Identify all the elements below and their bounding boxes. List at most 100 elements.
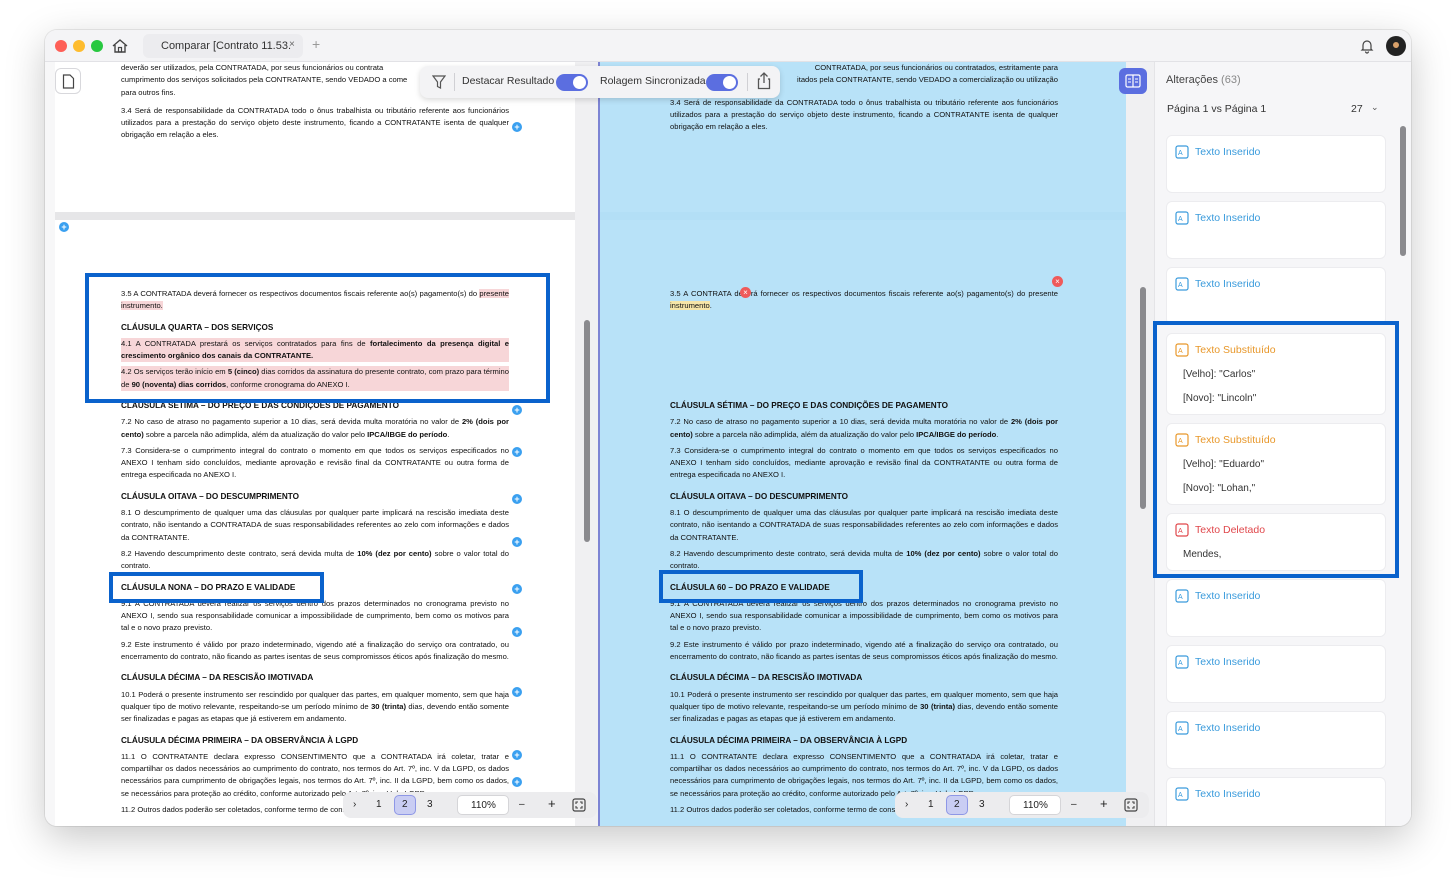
prev-page-icon[interactable]: › bbox=[905, 799, 908, 810]
filter-icon[interactable] bbox=[432, 74, 446, 90]
heading-clausula-decima: CLÁUSULA DÉCIMA – DA RESCISÃO IMOTIVADA bbox=[670, 673, 863, 683]
tab-compare[interactable]: Comparar [Contrato 11.53. bbox=[143, 34, 303, 58]
page-2-button[interactable]: 2 bbox=[394, 795, 416, 815]
heading-clausula-decima-primeira: CLÁUSULA DÉCIMA PRIMEIRA – DA OBSERVÂNCI… bbox=[121, 735, 359, 745]
prev-page-icon[interactable]: › bbox=[353, 799, 356, 810]
clause-9-2: 9.2 Este instrumento é válido por prazo … bbox=[121, 639, 509, 662]
clause-9-1: 9.1 A CONTRATADA deverá realizar os serv… bbox=[670, 598, 1058, 633]
svg-text:A: A bbox=[1178, 726, 1183, 733]
zoom-level[interactable]: 110% bbox=[457, 795, 509, 815]
split-view-icon bbox=[1125, 74, 1141, 88]
clause-8-2: 8.2 Havendo descumprimento deste contrat… bbox=[121, 548, 509, 571]
layout-view-button[interactable] bbox=[1119, 68, 1147, 94]
change-marker-icon[interactable]: + bbox=[59, 222, 69, 232]
right-document-pane[interactable]: CONTRATADA, por seus funcionários ou con… bbox=[600, 62, 1126, 826]
annotation-box-left-heading bbox=[109, 572, 324, 603]
sync-scroll-toggle[interactable] bbox=[706, 74, 738, 91]
app-window: Comparar [Contrato 11.53. × + deverão se… bbox=[45, 30, 1411, 826]
heading-clausula-oitava: CLÁUSULA OITAVA – DO DESCUMPRIMENTO bbox=[121, 491, 300, 501]
bell-icon[interactable] bbox=[1359, 38, 1375, 54]
share-icon[interactable] bbox=[756, 72, 772, 90]
deletion-marker-icon[interactable]: × bbox=[740, 287, 751, 298]
change-card[interactable]: A Texto Inserido bbox=[1166, 267, 1386, 325]
clause-9-1: 9.1 A CONTRATADA deverá realizar os serv… bbox=[121, 598, 509, 633]
change-marker-icon[interactable]: + bbox=[512, 537, 522, 547]
left-scroll-gutter bbox=[575, 62, 598, 826]
zoom-level[interactable]: 110% bbox=[1009, 795, 1061, 815]
clause-8-1: 8.1 O descumprimento de qualquer uma das… bbox=[121, 508, 509, 542]
page-comparison-label: Página 1 vs Página 1 bbox=[1167, 103, 1267, 115]
inserted-text-icon: A bbox=[1175, 655, 1189, 669]
fit-page-icon[interactable] bbox=[572, 798, 586, 812]
avatar[interactable] bbox=[1386, 36, 1406, 56]
home-icon[interactable] bbox=[111, 37, 129, 55]
page-thumbnails-button[interactable] bbox=[55, 68, 81, 94]
page-3-button[interactable]: 3 bbox=[427, 799, 433, 810]
left-rail bbox=[45, 62, 55, 826]
sidebar-scrollbar[interactable] bbox=[1400, 126, 1406, 256]
inserted-text-icon: A bbox=[1175, 145, 1189, 159]
title-bar: Comparar [Contrato 11.53. × + bbox=[45, 30, 1411, 62]
change-card[interactable]: A Texto Inserido bbox=[1166, 135, 1386, 193]
left-page-navigator: › 1 2 3 110% – + bbox=[343, 792, 597, 818]
highlight-result-toggle[interactable] bbox=[556, 74, 588, 91]
changes-title: Alterações (63) bbox=[1166, 74, 1241, 86]
new-tab-icon[interactable]: + bbox=[312, 36, 320, 52]
heading-clausula-decima: CLÁUSULA DÉCIMA – DA RESCISÃO IMOTIVADA bbox=[121, 673, 314, 683]
page-2-right: 3.5 A CONTRATA deverá fornecer os respec… bbox=[600, 220, 1126, 826]
change-marker-icon[interactable]: + bbox=[512, 627, 522, 637]
clause-3-4: 3.4 Será de responsabilidade da CONTRATA… bbox=[670, 97, 1058, 132]
zoom-in-button[interactable]: + bbox=[548, 796, 556, 811]
left-scrollbar[interactable] bbox=[584, 320, 590, 542]
page-3-button[interactable]: 3 bbox=[979, 799, 985, 810]
clause-3-4: 3.4 Será de responsabilidade da CONTRATA… bbox=[121, 105, 509, 140]
change-marker-icon[interactable]: + bbox=[512, 750, 522, 760]
clause-3-5: 3.5 A CONTRATA deverá fornecer os respec… bbox=[670, 289, 1058, 311]
right-page-navigator: › 1 2 3 110% – + bbox=[895, 792, 1149, 818]
compare-toolbar: Destacar Resultado Rolagem Sincronizada bbox=[420, 66, 780, 98]
tab-close-icon[interactable]: × bbox=[289, 39, 295, 50]
deletion-marker-icon[interactable]: × bbox=[1052, 276, 1063, 287]
page-1-button[interactable]: 1 bbox=[928, 799, 934, 810]
page-1-button[interactable]: 1 bbox=[376, 799, 382, 810]
change-marker-icon[interactable]: + bbox=[512, 777, 522, 787]
change-marker-icon[interactable]: + bbox=[512, 584, 522, 594]
right-scroll-gutter bbox=[1126, 62, 1154, 826]
change-marker-icon[interactable]: + bbox=[512, 687, 522, 697]
clause-8-2: 8.2 Havendo descumprimento deste contrat… bbox=[670, 548, 1058, 571]
change-marker-icon[interactable]: + bbox=[512, 494, 522, 504]
change-card[interactable]: A Texto Inserido bbox=[1166, 579, 1386, 637]
left-document-pane[interactable]: deverão ser utilizados, pela CONTRATADA,… bbox=[55, 62, 575, 826]
change-card[interactable]: A Texto Inserido bbox=[1166, 645, 1386, 703]
svg-text:A: A bbox=[1178, 660, 1183, 667]
zoom-in-button[interactable]: + bbox=[1100, 796, 1108, 811]
zoom-window-button[interactable] bbox=[91, 40, 103, 52]
annotation-box-left-clauses bbox=[85, 273, 550, 403]
chevron-down-icon[interactable]: ⌄ bbox=[1371, 102, 1379, 113]
change-card[interactable]: A Texto Inserido bbox=[1166, 711, 1386, 769]
highlight-result-label: Destacar Resultado bbox=[462, 75, 555, 87]
clause-7-3: 7.3 Considera-se o cumprimento integral … bbox=[670, 445, 1058, 480]
inserted-text-icon: A bbox=[1175, 211, 1189, 225]
svg-text:A: A bbox=[1178, 150, 1183, 157]
svg-text:A: A bbox=[1178, 282, 1183, 289]
change-marker-icon[interactable]: + bbox=[512, 405, 522, 415]
page-2-button[interactable]: 2 bbox=[946, 795, 968, 815]
change-marker-icon[interactable]: + bbox=[512, 122, 522, 132]
clause-7-2: 7.2 No caso de atraso no pagamento super… bbox=[121, 417, 509, 439]
heading-clausula-setima: CLÁUSULA SÉTIMA – DO PREÇO E DAS CONDIÇÕ… bbox=[670, 401, 948, 410]
clause-7-2: 7.2 No caso de atraso no pagamento super… bbox=[670, 417, 1058, 439]
zoom-out-button[interactable]: – bbox=[519, 799, 525, 810]
close-window-button[interactable] bbox=[55, 40, 67, 52]
minimize-window-button[interactable] bbox=[73, 40, 85, 52]
change-marker-icon[interactable]: + bbox=[512, 447, 522, 457]
change-card[interactable]: A Texto Inserido bbox=[1166, 201, 1386, 259]
clause-10-1: 10.1 Poderá o presente instrumento ser r… bbox=[670, 689, 1058, 724]
change-card[interactable]: A Texto Inserido bbox=[1166, 777, 1386, 826]
svg-text:A: A bbox=[1178, 216, 1183, 223]
toolbar-separator bbox=[747, 73, 748, 91]
zoom-out-button[interactable]: – bbox=[1071, 799, 1077, 810]
fit-page-icon[interactable] bbox=[1124, 798, 1138, 812]
right-scrollbar[interactable] bbox=[1140, 287, 1146, 509]
toolbar-separator bbox=[454, 73, 455, 91]
